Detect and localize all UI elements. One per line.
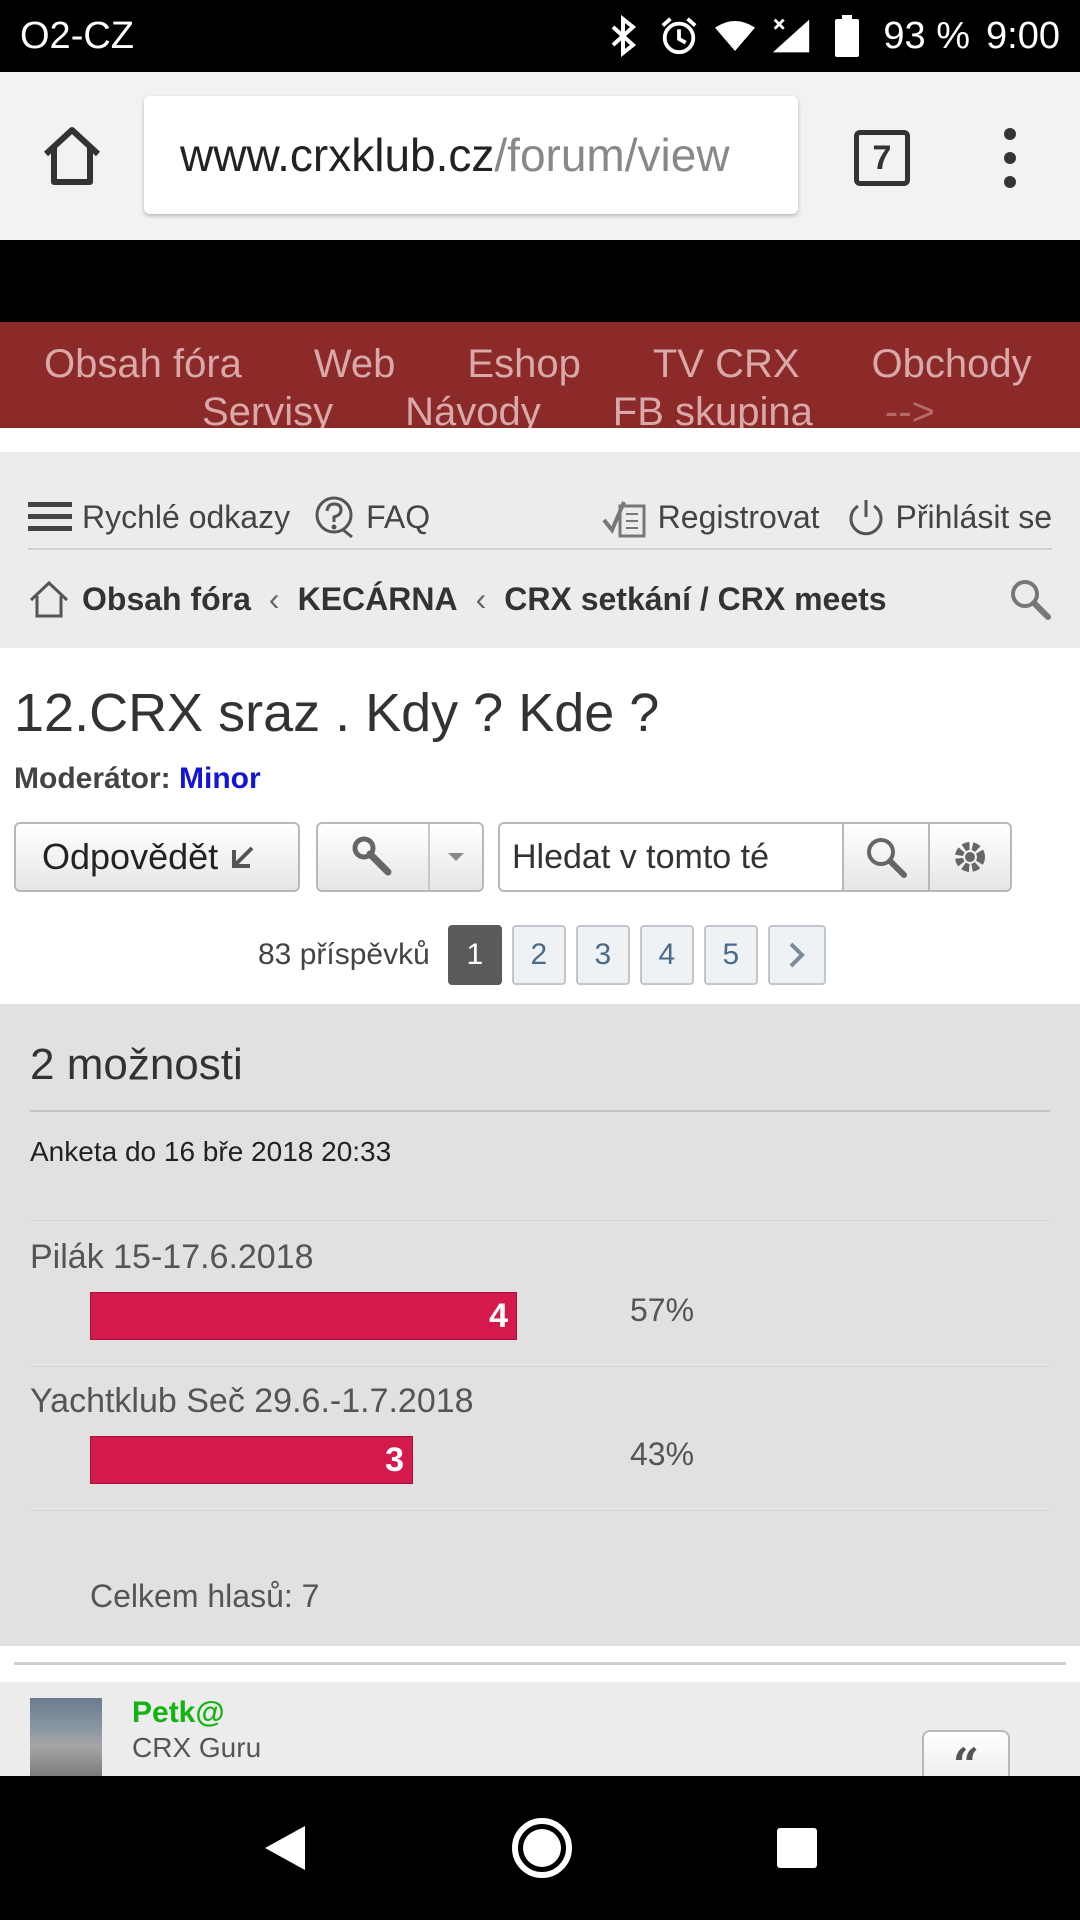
post-header: Petk@ CRX Guru “ — [0, 1682, 1080, 1776]
site-nav: Obsah fóra Web Eshop TV CRX Obchody Serv… — [0, 322, 1080, 428]
poll-option-label: Yachtklub Seč 29.6.-1.7.2018 — [30, 1382, 474, 1420]
nav-link-servisy[interactable]: Servisy — [202, 390, 333, 428]
bluetooth-icon — [603, 14, 643, 58]
poll-option-votes: 3 — [385, 1440, 404, 1479]
post-count: 83 příspěvků — [258, 938, 430, 971]
breadcrumb-separator: ‹ — [268, 580, 280, 617]
topic-search-button[interactable] — [842, 822, 930, 892]
register-icon — [602, 501, 646, 538]
system-nav-bar — [0, 1776, 1080, 1920]
quick-links-label: Rychlé odkazy — [82, 498, 291, 535]
reply-arrow-icon — [232, 846, 254, 868]
clock: 9:00 — [986, 14, 1060, 57]
breadcrumb: Obsah fóra ‹ KECÁRNA ‹ CRX setkání / CRX… — [28, 564, 1052, 634]
topic-tools-button[interactable] — [316, 822, 484, 892]
reply-label: Odpovědět — [42, 836, 219, 877]
battery-icon — [827, 14, 867, 58]
search-icon — [867, 838, 907, 878]
gear-icon — [955, 842, 985, 872]
poll-option-percent: 57% — [630, 1292, 695, 1328]
post-author-rank: CRX Guru — [132, 1732, 262, 1763]
nav-link-navody[interactable]: Návody — [405, 390, 541, 428]
register-label: Registrovat — [657, 498, 820, 535]
chevron-down-icon — [448, 853, 464, 861]
breadcrumb-kecarna[interactable]: KECÁRNA — [298, 581, 458, 618]
page-3[interactable]: 3 — [575, 925, 630, 985]
home-icon[interactable] — [28, 578, 70, 620]
hamburger-icon — [28, 502, 72, 531]
search-icon[interactable] — [1008, 577, 1052, 621]
breadcrumb-separator: ‹ — [475, 580, 487, 617]
poll-total-votes: Celkem hlasů: 7 — [90, 1578, 320, 1614]
url-bar[interactable]: www.crxklub.cz/forum/view — [144, 96, 798, 214]
register-link[interactable]: Registrovat — [602, 496, 820, 538]
browser-toolbar: www.crxklub.cz/forum/view 7 — [0, 72, 1080, 240]
login-link[interactable]: Přihlásit se — [846, 497, 1053, 537]
page-5[interactable]: 5 — [703, 925, 758, 985]
nav-link-fb-skupina[interactable]: FB skupina — [613, 390, 813, 428]
power-icon — [849, 500, 882, 536]
tab-switcher-button[interactable]: 7 — [854, 130, 910, 186]
url-host: www.crxklub.cz — [180, 129, 495, 181]
page-title[interactable]: 12.CRX sraz . Kdy ? Kde ? — [14, 682, 659, 744]
page-4[interactable]: 4 — [639, 925, 694, 985]
avatar[interactable] — [30, 1698, 102, 1776]
signal-icon — [771, 14, 811, 58]
page-2[interactable]: 2 — [511, 925, 566, 985]
recents-icon[interactable] — [775, 1826, 819, 1870]
faq-label: FAQ — [366, 498, 431, 535]
poll-option-label: Pilák 15-17.6.2018 — [30, 1238, 314, 1276]
pagination: 83 příspěvků 1 2 3 4 5 — [258, 924, 826, 986]
page-1[interactable]: 1 — [447, 925, 502, 985]
nav-more-arrow[interactable]: --> — [885, 390, 935, 428]
url-path: /forum/view — [494, 129, 730, 181]
moderator-link[interactable]: Minor — [179, 762, 261, 795]
wrench-icon — [352, 836, 392, 876]
home-button[interactable] — [38, 122, 106, 190]
chevron-right-icon — [789, 942, 805, 968]
home-circle-icon[interactable] — [510, 1816, 574, 1880]
poll-result-bar: 4 — [90, 1292, 517, 1340]
login-label: Přihlásit se — [895, 498, 1053, 535]
poll-panel: 2 možnosti Anketa do 16 bře 2018 20:33 P… — [0, 1004, 1080, 1646]
topic-actions: Odpovědět Hledat v tomto té — [14, 822, 1054, 894]
carrier-name: O2-CZ — [20, 14, 134, 57]
moderator-label: Moderátor: — [14, 762, 171, 795]
reply-button[interactable]: Odpovědět — [14, 822, 300, 892]
battery-percent: 93 % — [883, 14, 971, 57]
poll-result-bar: 3 — [90, 1436, 413, 1484]
post-author[interactable]: Petk@ — [132, 1696, 225, 1730]
status-bar: O2-CZ 93 % 9:00 — [0, 0, 1080, 72]
quick-links-menu[interactable]: Rychlé odkazy — [28, 499, 290, 536]
nav-link-obsah-fora[interactable]: Obsah fóra — [44, 342, 242, 387]
nav-link-tv-crx[interactable]: TV CRX — [653, 342, 800, 387]
faq-link[interactable]: FAQ — [312, 495, 430, 539]
alarm-icon — [659, 14, 699, 58]
nav-link-web[interactable]: Web — [314, 342, 396, 387]
site-banner — [0, 240, 1080, 322]
breadcrumb-crx-setkani[interactable]: CRX setkání / CRX meets — [504, 581, 886, 618]
overflow-menu-button[interactable] — [996, 128, 1024, 188]
wifi-icon — [715, 14, 756, 58]
nav-link-eshop[interactable]: Eshop — [467, 342, 580, 387]
forum-navbar: Rychlé odkazy FAQ Registrovat Přihlásit … — [0, 452, 1080, 648]
moderator-line: Moderátor: Minor — [14, 762, 261, 796]
poll-end-date: Anketa do 16 bře 2018 20:33 — [30, 1136, 392, 1167]
nav-link-obchody[interactable]: Obchody — [872, 342, 1032, 387]
advanced-search-button[interactable] — [928, 822, 1012, 892]
help-icon — [315, 496, 354, 539]
poll-option-votes: 4 — [489, 1296, 508, 1335]
quote-button[interactable]: “ — [922, 1730, 1010, 1776]
poll-option-percent: 43% — [630, 1436, 695, 1472]
breadcrumb-obsah-fora[interactable]: Obsah fóra — [82, 581, 251, 618]
next-page-button[interactable] — [767, 925, 826, 985]
home-icon — [43, 127, 101, 185]
poll-title: 2 možnosti — [30, 1040, 243, 1089]
topic-search-input[interactable]: Hledat v tomto té — [498, 822, 844, 892]
back-icon[interactable] — [261, 1822, 309, 1874]
